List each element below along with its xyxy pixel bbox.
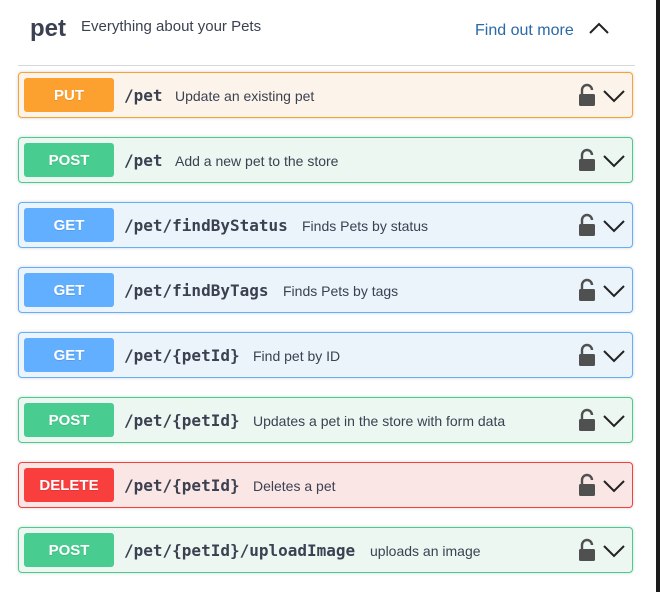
method-badge: GET [24, 273, 114, 307]
operation-path: /pet/findByTags [124, 281, 269, 300]
tag-header-pet[interactable]: pet Everything about your Pets Find out … [18, 0, 635, 66]
operation-path: /pet/{petId} [124, 411, 240, 430]
chevron-down-icon[interactable] [602, 216, 626, 236]
method-badge: DELETE [24, 468, 114, 502]
lock-icon[interactable] [577, 148, 597, 172]
method-badge: POST [24, 403, 114, 437]
lock-icon[interactable] [577, 278, 597, 302]
find-out-more-link[interactable]: Find out more [475, 21, 574, 41]
opblock-post-pet[interactable]: POST /pet Add a new pet to the store [18, 137, 633, 183]
operation-path: /pet/findByStatus [124, 216, 288, 235]
operation-summary: Add a new pet to the store [175, 153, 339, 169]
tag-name: pet [30, 15, 66, 42]
opblock-post-upload-image[interactable]: POST /pet/{petId}/uploadImage uploads an… [18, 527, 633, 573]
chevron-up-icon [589, 22, 609, 34]
method-badge: GET [24, 208, 114, 242]
opblock-get-find-by-tags[interactable]: GET /pet/findByTags Finds Pets by tags [18, 267, 633, 313]
operation-path: /pet [124, 86, 163, 105]
opblock-get-find-by-status[interactable]: GET /pet/findByStatus Finds Pets by stat… [18, 202, 633, 248]
operation-path: /pet [124, 151, 163, 170]
method-badge: POST [24, 533, 114, 567]
collapse-tag-button[interactable] [586, 15, 612, 41]
chevron-down-icon[interactable] [602, 411, 626, 431]
lock-icon[interactable] [577, 213, 597, 237]
lock-icon[interactable] [577, 538, 597, 562]
operation-path: /pet/{petId} [124, 346, 240, 365]
lock-icon[interactable] [577, 473, 597, 497]
operation-summary: Update an existing pet [175, 88, 315, 104]
method-badge: POST [24, 143, 114, 177]
operation-summary: Finds Pets by status [302, 218, 429, 234]
lock-icon[interactable] [577, 83, 597, 107]
chevron-down-icon[interactable] [602, 346, 626, 366]
opblock-put-pet[interactable]: PUT /pet Update an existing pet [18, 72, 633, 118]
chevron-down-icon[interactable] [602, 86, 626, 106]
opblock-post-pet-by-id[interactable]: POST /pet/{petId} Updates a pet in the s… [18, 397, 633, 443]
window-edge [656, 0, 660, 592]
tag-description: Everything about your Pets [81, 18, 262, 35]
chevron-down-icon[interactable] [602, 281, 626, 301]
chevron-down-icon[interactable] [602, 541, 626, 561]
method-badge: GET [24, 338, 114, 372]
opblock-get-pet-by-id[interactable]: GET /pet/{petId} Find pet by ID [18, 332, 633, 378]
operation-summary: Finds Pets by tags [283, 283, 399, 299]
operation-path: /pet/{petId}/uploadImage [124, 541, 356, 560]
operation-summary: Find pet by ID [253, 348, 341, 364]
opblock-delete-pet-by-id[interactable]: DELETE /pet/{petId} Deletes a pet [18, 462, 633, 508]
lock-icon[interactable] [577, 343, 597, 367]
operation-summary: Deletes a pet [253, 478, 336, 494]
lock-icon[interactable] [577, 408, 597, 432]
chevron-down-icon[interactable] [602, 151, 626, 171]
operation-summary: Updates a pet in the store with form dat… [253, 413, 506, 429]
operation-path: /pet/{petId} [124, 476, 240, 495]
operation-summary: uploads an image [370, 543, 481, 559]
chevron-down-icon[interactable] [602, 476, 626, 496]
method-badge: PUT [24, 78, 114, 112]
